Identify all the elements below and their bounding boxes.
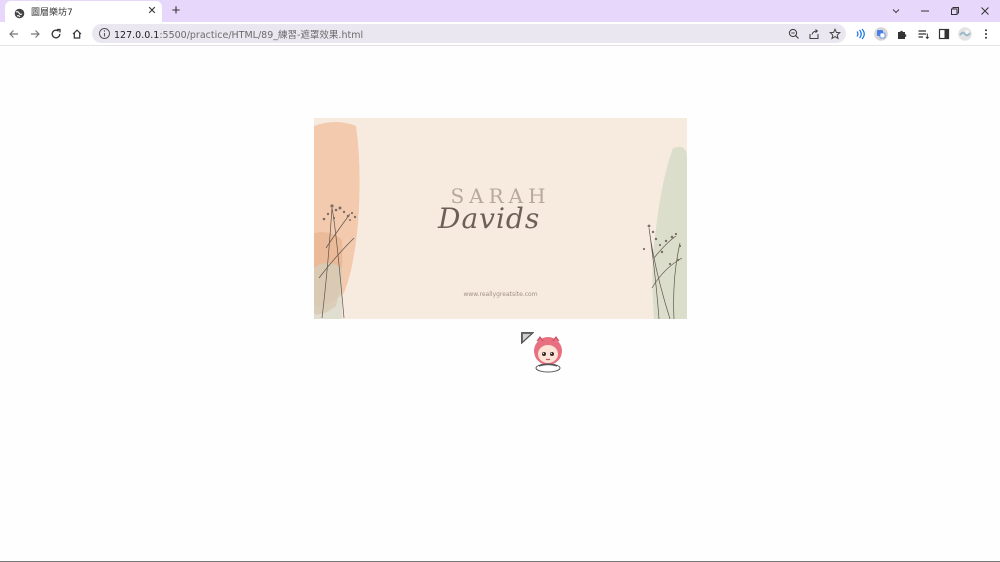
chibi-character-icon <box>534 336 562 373</box>
tab-strip: 圖層樂坊7 ✕ + <box>0 0 1000 22</box>
minimize-icon[interactable] <box>915 2 935 20</box>
puzzle-icon[interactable] <box>895 27 909 41</box>
browser-toolbar: 127.0.0.1:5500/practice/HTML/89_練習-遮罩效果.… <box>0 22 1000 46</box>
zoom-icon[interactable] <box>787 27 800 40</box>
globe-icon <box>14 6 25 19</box>
url-host: 127.0.0.1 <box>114 30 160 41</box>
home-icon[interactable] <box>69 26 85 42</box>
restore-icon[interactable] <box>945 2 965 20</box>
read-aloud-icon[interactable] <box>853 27 867 41</box>
profile-avatar-icon[interactable] <box>958 27 972 41</box>
star-icon[interactable] <box>828 27 841 40</box>
translate-icon[interactable] <box>874 27 888 41</box>
reading-list-icon[interactable] <box>916 27 930 41</box>
browser-window: 圖層樂坊7 ✕ + 127.0.0.1:5500/practice/HTML/8… <box>0 0 1000 562</box>
kebab-menu-icon[interactable] <box>979 27 993 41</box>
page-content: SARAH Davids www.reallygreatsite.com <box>0 47 1000 562</box>
close-icon[interactable] <box>975 2 995 20</box>
back-arrow-icon[interactable] <box>6 26 22 42</box>
site-info-icon[interactable] <box>98 27 111 40</box>
business-card-image: SARAH Davids www.reallygreatsite.com <box>314 118 687 319</box>
side-panel-icon[interactable] <box>937 27 951 41</box>
share-icon[interactable] <box>807 27 820 40</box>
card-last-name: Davids <box>438 202 541 235</box>
active-tab[interactable]: 圖層樂坊7 ✕ <box>5 1 162 22</box>
url-path: :5500/practice/HTML/89_練習-遮罩效果.html <box>159 30 364 41</box>
forward-arrow-icon[interactable] <box>27 26 43 42</box>
tab-close-button[interactable]: ✕ <box>146 5 158 17</box>
url-text[interactable]: 127.0.0.1:5500/practice/HTML/89_練習-遮罩效果.… <box>114 27 363 41</box>
new-tab-button[interactable]: + <box>169 3 183 19</box>
card-website: www.reallygreatsite.com <box>463 291 538 298</box>
address-bar[interactable]: 127.0.0.1:5500/practice/HTML/89_練習-遮罩效果.… <box>92 24 846 43</box>
tab-title: 圖層樂坊7 <box>31 8 73 18</box>
reload-icon[interactable] <box>48 26 64 42</box>
chevron-down-icon[interactable] <box>886 2 906 20</box>
